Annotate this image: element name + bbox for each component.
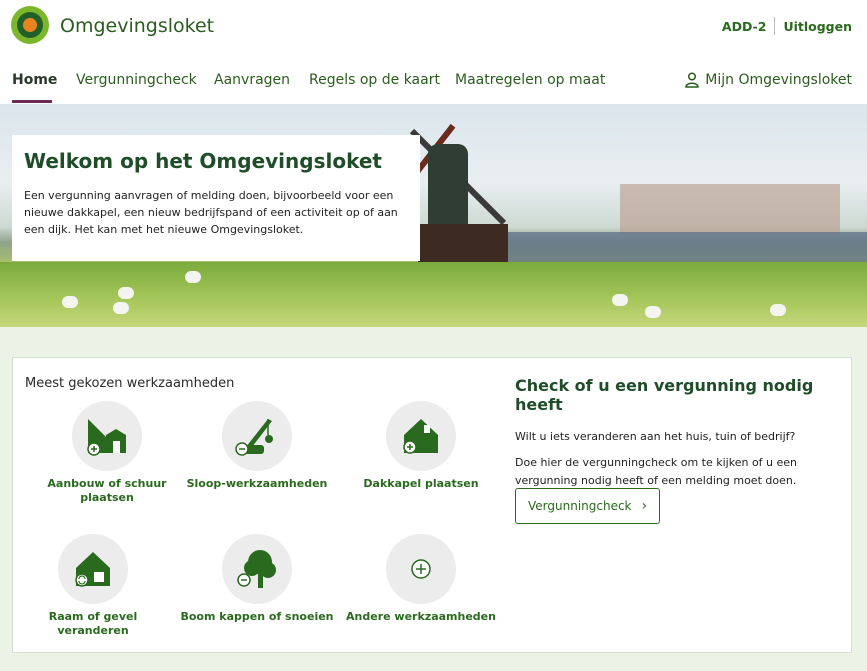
task-label: Dakkapel plaatsen (363, 477, 479, 490)
task-dakkapel-plaatsen[interactable]: Dakkapel plaatsen (341, 401, 501, 491)
chevron-right-icon: › (641, 498, 648, 514)
task-icon-circle (72, 401, 142, 471)
hay-bale (118, 287, 134, 299)
divider (774, 17, 776, 35)
vergunningcheck-button-label: Vergunningcheck (528, 499, 632, 513)
main-nav: Home Vergunningcheck Aanvragen Regels op… (0, 66, 867, 104)
nav-aanvragen[interactable]: Aanvragen (214, 72, 290, 88)
task-label: Raam of gevel veranderen (48, 610, 138, 637)
hay-bale (113, 302, 129, 314)
task-icon-circle (58, 534, 128, 604)
nav-vergunningcheck[interactable]: Vergunningcheck (76, 72, 197, 88)
task-icon-circle (222, 534, 292, 604)
hay-bale (185, 271, 201, 283)
house-plus-icon (403, 419, 438, 454)
tasks-heading: Meest gekozen werkzaamheden (25, 376, 235, 391)
main-card: Meest gekozen werkzaamheden Aanbouw of s… (12, 357, 852, 653)
crane-icon (235, 419, 273, 456)
vergunningcheck-section: Check of u een vergunning nodig heeft Wi… (515, 376, 835, 498)
task-icon-circle (386, 401, 456, 471)
shed-icon (87, 419, 126, 456)
hay-bale (62, 296, 78, 308)
hay-bale (612, 294, 628, 306)
plus-icon (411, 559, 431, 579)
active-tab-indicator (12, 100, 52, 103)
check-description: Doe hier de vergunningcheck om te kijken… (515, 456, 798, 487)
task-raam-gevel[interactable]: Raam of gevel veranderen (13, 534, 173, 638)
task-icon-circle (386, 534, 456, 604)
check-title: Check of u een vergunning nodig heeft (515, 376, 814, 414)
nav-mijn-omgevingsloket[interactable]: Mijn Omgevingsloket (685, 72, 852, 88)
task-aanbouw-schuur[interactable]: Aanbouw of schuur plaatsen (27, 401, 187, 505)
user-menu: ADD-2 Uitloggen (722, 17, 852, 35)
nav-home[interactable]: Home (12, 72, 57, 88)
logout-link[interactable]: Uitloggen (783, 19, 852, 34)
site-header: Omgevingsloket ADD-2 Uitloggen Home Verg… (0, 0, 867, 104)
hay-bale (645, 306, 661, 318)
tree-icon (237, 550, 276, 588)
omgevingsloket-logo-icon[interactable] (11, 6, 49, 44)
vergunningcheck-button[interactable]: Vergunningcheck › (515, 488, 661, 524)
nav-maatregelen-op-maat[interactable]: Maatregelen op maat (455, 72, 605, 88)
brand-name[interactable]: Omgevingsloket (60, 15, 214, 37)
task-label: Sloop-werkzaamheden (186, 477, 328, 490)
task-label: Aanbouw of schuur plaatsen (47, 477, 167, 504)
task-boom-kappen[interactable]: Boom kappen of snoeien (177, 534, 337, 624)
task-icon-circle (222, 401, 292, 471)
nav-account-label: Mijn Omgevingsloket (705, 72, 852, 88)
task-label: Boom kappen of snoeien (180, 610, 334, 623)
user-code[interactable]: ADD-2 (722, 19, 767, 34)
nav-regels-op-de-kaart[interactable]: Regels op de kaart (309, 72, 440, 88)
hero-background-houses (620, 184, 840, 234)
user-icon (685, 72, 700, 88)
house-refresh-icon (75, 552, 110, 587)
hay-bale (770, 304, 786, 316)
check-intro: Wilt u iets veranderen aan het huis, tui… (515, 430, 796, 443)
hero-banner: Welkom op het Omgevingsloket Een vergunn… (0, 104, 867, 327)
welcome-text: Een vergunning aanvragen of melding doen… (24, 189, 398, 236)
welcome-box: Welkom op het Omgevingsloket Een vergunn… (12, 135, 420, 261)
task-label: Andere werkzaamheden (346, 610, 496, 623)
task-andere-werkzaamheden[interactable]: Andere werkzaamheden (341, 534, 501, 624)
welcome-title: Welkom op het Omgevingsloket (24, 149, 382, 173)
task-sloop-werkzaamheden[interactable]: Sloop-werkzaamheden (177, 401, 337, 491)
